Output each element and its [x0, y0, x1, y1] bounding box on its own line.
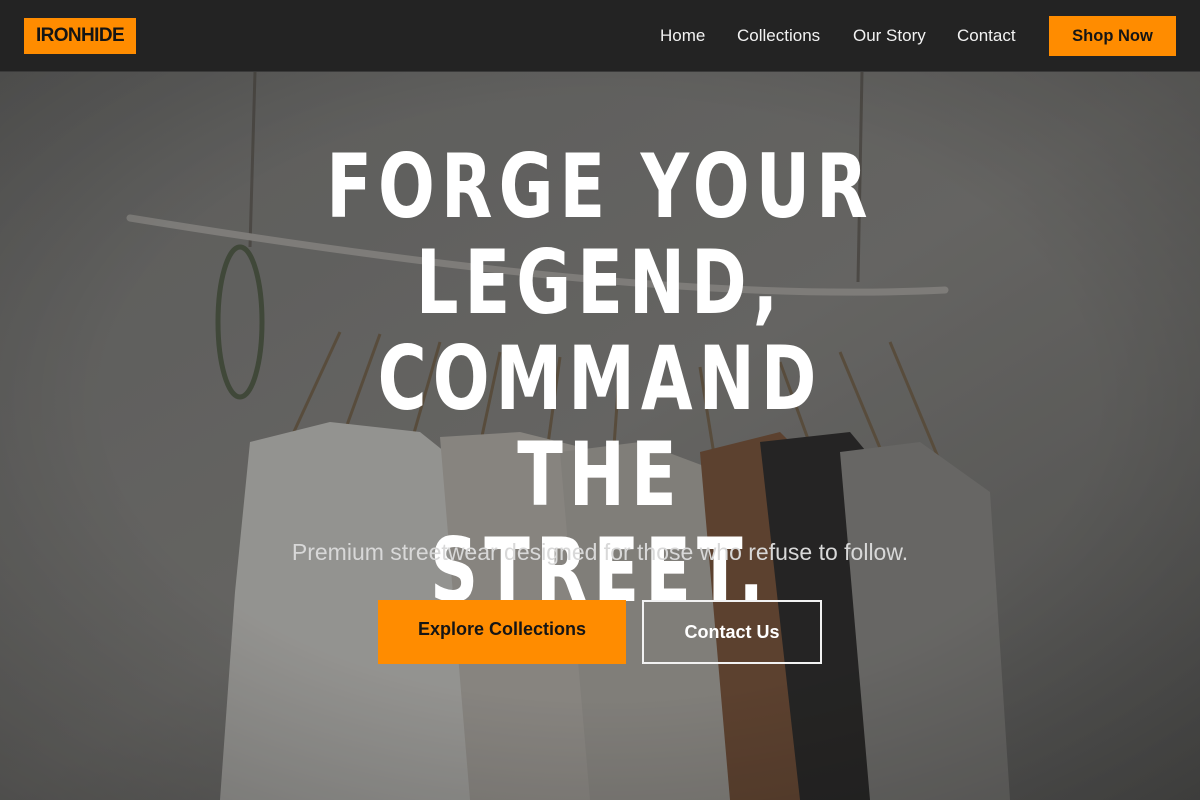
nav-link-collections[interactable]: Collections — [737, 25, 820, 47]
nav-link-home[interactable]: Home — [660, 25, 705, 47]
hero-section: FORGE YOUR LEGEND, COMMAND THE STREET. P… — [0, 72, 1200, 800]
top-navbar: IRONHIDE Home Collections Our Story Cont… — [0, 0, 1200, 72]
explore-collections-button[interactable]: Explore Collections — [378, 600, 626, 664]
headline-line: LEGEND, — [415, 231, 785, 334]
headline-line: COMMAND THE — [377, 327, 823, 526]
contact-us-button[interactable]: Contact Us — [642, 600, 822, 664]
shop-now-button[interactable]: Shop Now — [1049, 16, 1176, 56]
nav-link-our-story[interactable]: Our Story — [853, 25, 926, 47]
headline-line: FORGE YOUR — [326, 135, 874, 238]
brand-logo[interactable]: IRONHIDE — [24, 18, 136, 54]
hero-subtitle: Premium streetwear designed for those wh… — [291, 539, 909, 565]
nav-link-contact[interactable]: Contact — [957, 25, 1016, 47]
